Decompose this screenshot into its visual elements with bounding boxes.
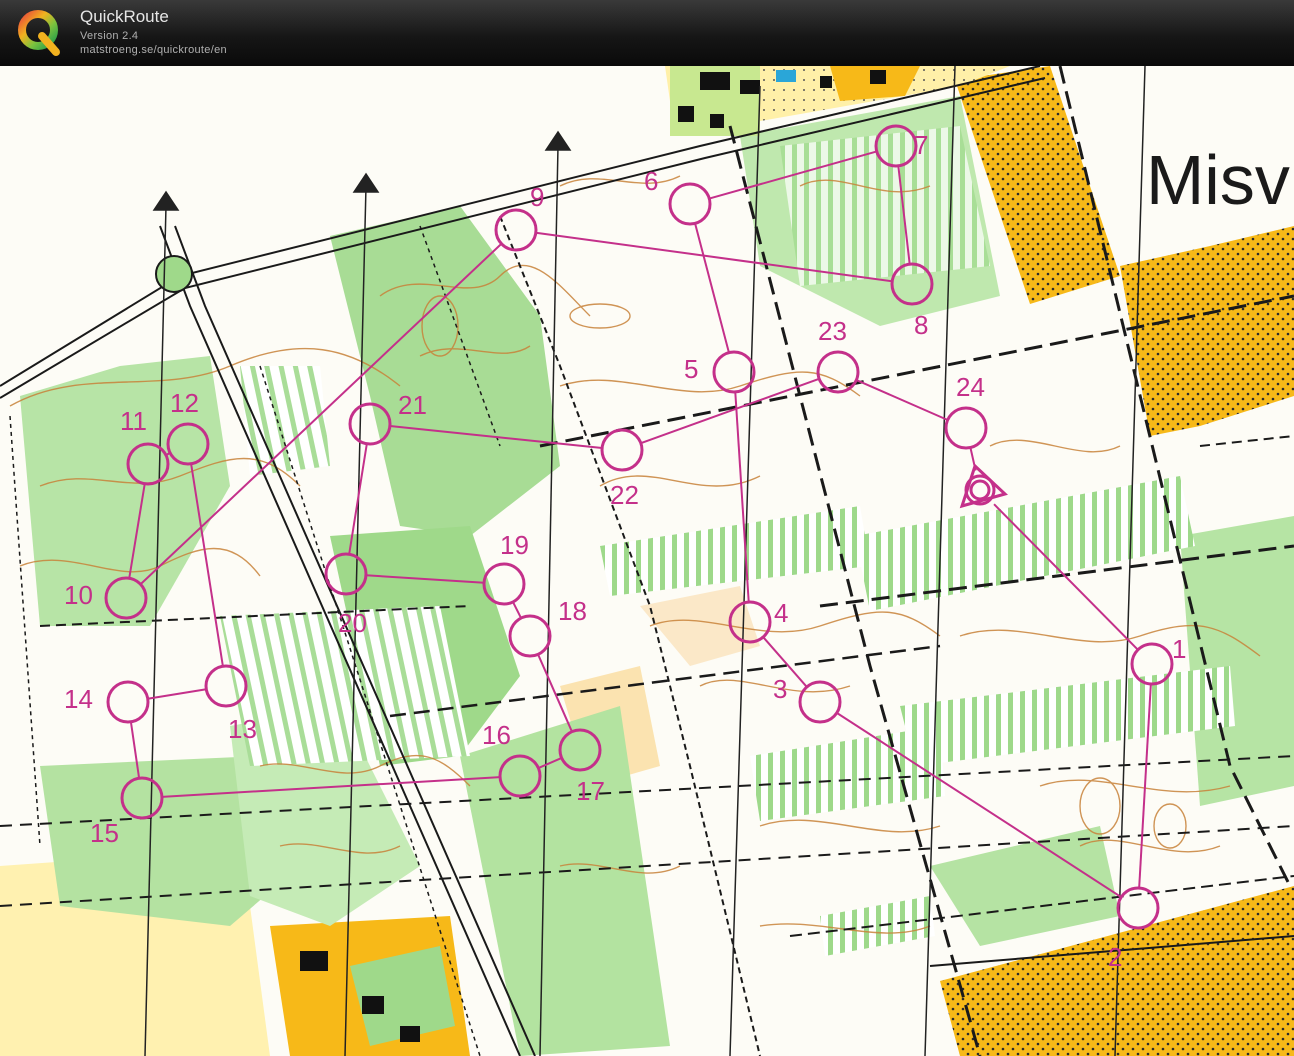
control-label-12: 12 bbox=[170, 388, 199, 418]
control-label-8: 8 bbox=[914, 310, 928, 340]
control-label-5: 5 bbox=[684, 354, 698, 384]
control-label-17: 17 bbox=[576, 776, 605, 806]
control-label-11: 11 bbox=[120, 406, 147, 436]
app-version: Version 2.4 bbox=[80, 30, 139, 42]
control-label-7: 7 bbox=[914, 130, 928, 160]
control-label-21: 21 bbox=[398, 390, 427, 420]
control-label-2: 2 bbox=[1108, 942, 1122, 972]
control-label-15: 15 bbox=[90, 818, 119, 848]
control-label-14: 14 bbox=[64, 684, 93, 714]
control-label-20: 20 bbox=[338, 608, 367, 638]
control-label-23: 23 bbox=[818, 316, 847, 346]
control-label-22: 22 bbox=[610, 480, 639, 510]
control-label-6: 6 bbox=[644, 166, 658, 196]
control-label-9: 9 bbox=[530, 182, 544, 212]
orienteering-map[interactable]: Misv 1 2 3 4 5 6 7 8 9 10 11 12 13 14 15 16 17 18 19 20 21 22… bbox=[0, 66, 1294, 1056]
control-label-1: 1 bbox=[1172, 634, 1186, 664]
app-title: QuickRoute bbox=[80, 7, 169, 26]
control-label-18: 18 bbox=[558, 596, 587, 626]
control-label-19: 19 bbox=[500, 530, 529, 560]
app-url-link[interactable]: matstroeng.se/quickroute/en bbox=[80, 44, 227, 56]
place-name-label: Misv bbox=[1146, 141, 1290, 219]
control-label-24: 24 bbox=[956, 372, 985, 402]
control-label-10: 10 bbox=[64, 580, 93, 610]
title-bar: QuickRoute Version 2.4 matstroeng.se/qui… bbox=[0, 0, 1294, 67]
quickroute-logo-icon bbox=[18, 10, 60, 56]
control-label-3: 3 bbox=[773, 674, 787, 704]
control-label-16: 16 bbox=[482, 720, 511, 750]
control-label-4: 4 bbox=[774, 598, 788, 628]
control-label-13: 13 bbox=[228, 714, 257, 744]
